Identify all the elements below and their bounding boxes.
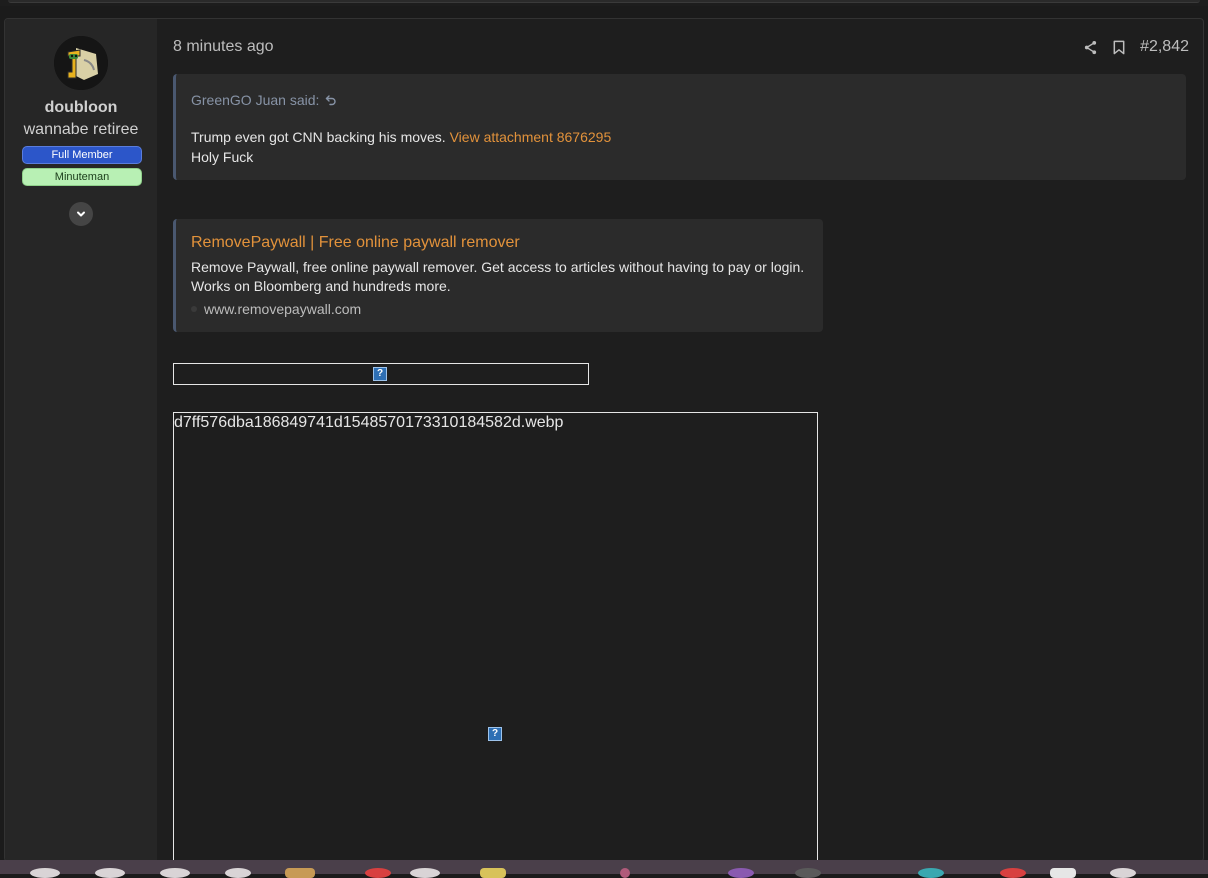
reply-arrow-icon[interactable] (325, 94, 337, 106)
broken-image-small[interactable]: ? (173, 363, 589, 385)
link-preview-description: Remove Paywall, free online paywall remo… (191, 259, 805, 294)
quote-text: Trump even got CNN backing his moves. (191, 129, 446, 145)
forum-post: doubloon wannabe retiree Full Member Min… (4, 18, 1204, 862)
username[interactable]: doubloon (5, 99, 157, 117)
post-actions: #2,842 (1083, 38, 1189, 56)
image-alt-text: d7ff576dba186849741d1548570173310184582d… (174, 414, 564, 431)
top-edge (0, 0, 1208, 6)
reply-text: Holy Fuck (191, 149, 254, 165)
quote-author[interactable]: GreenGO Juan said: (191, 92, 319, 108)
dock-strip (0, 860, 1208, 878)
full-member-banner: Full Member (22, 146, 142, 164)
post-number-link[interactable]: #2,842 (1140, 38, 1189, 56)
user-cell: doubloon wannabe retiree Full Member Min… (5, 19, 157, 861)
quote-header[interactable]: GreenGO Juan said: (191, 92, 337, 108)
quote-body: Trump even got CNN backing his moves. Vi… (191, 127, 611, 167)
bookmark-button[interactable] (1112, 40, 1126, 55)
post-timestamp[interactable]: 8 minutes ago (173, 38, 274, 56)
quote-block: GreenGO Juan said: Trump even got CNN ba… (173, 74, 1186, 180)
minuteman-banner: Minuteman (22, 168, 142, 186)
post-main: 8 minutes ago #2,842 GreenGO Juan said: (157, 19, 1203, 861)
link-preview-domain-text: www.removepaywall.com (204, 301, 362, 317)
link-preview-title[interactable]: RemovePaywall | Free online paywall remo… (191, 234, 520, 252)
user-title: wannabe retiree (23, 121, 139, 138)
avatar-image (54, 36, 108, 90)
attachment-link[interactable]: View attachment 8676295 (450, 129, 612, 145)
avatar[interactable] (54, 36, 108, 90)
favicon-icon (191, 306, 197, 312)
broken-image-icon: ? (373, 367, 387, 381)
share-button[interactable] (1083, 40, 1098, 55)
link-preview-card[interactable]: RemovePaywall | Free online paywall remo… (173, 219, 823, 332)
chevron-down-icon (77, 211, 85, 217)
link-preview-domain[interactable]: www.removepaywall.com (191, 301, 361, 317)
bookmark-icon (1113, 40, 1125, 54)
expand-user-info-button[interactable] (69, 202, 93, 226)
broken-image-icon: ? (488, 727, 502, 741)
broken-image-large[interactable]: d7ff576dba186849741d1548570173310184582d… (173, 412, 818, 861)
share-icon (1084, 40, 1097, 54)
